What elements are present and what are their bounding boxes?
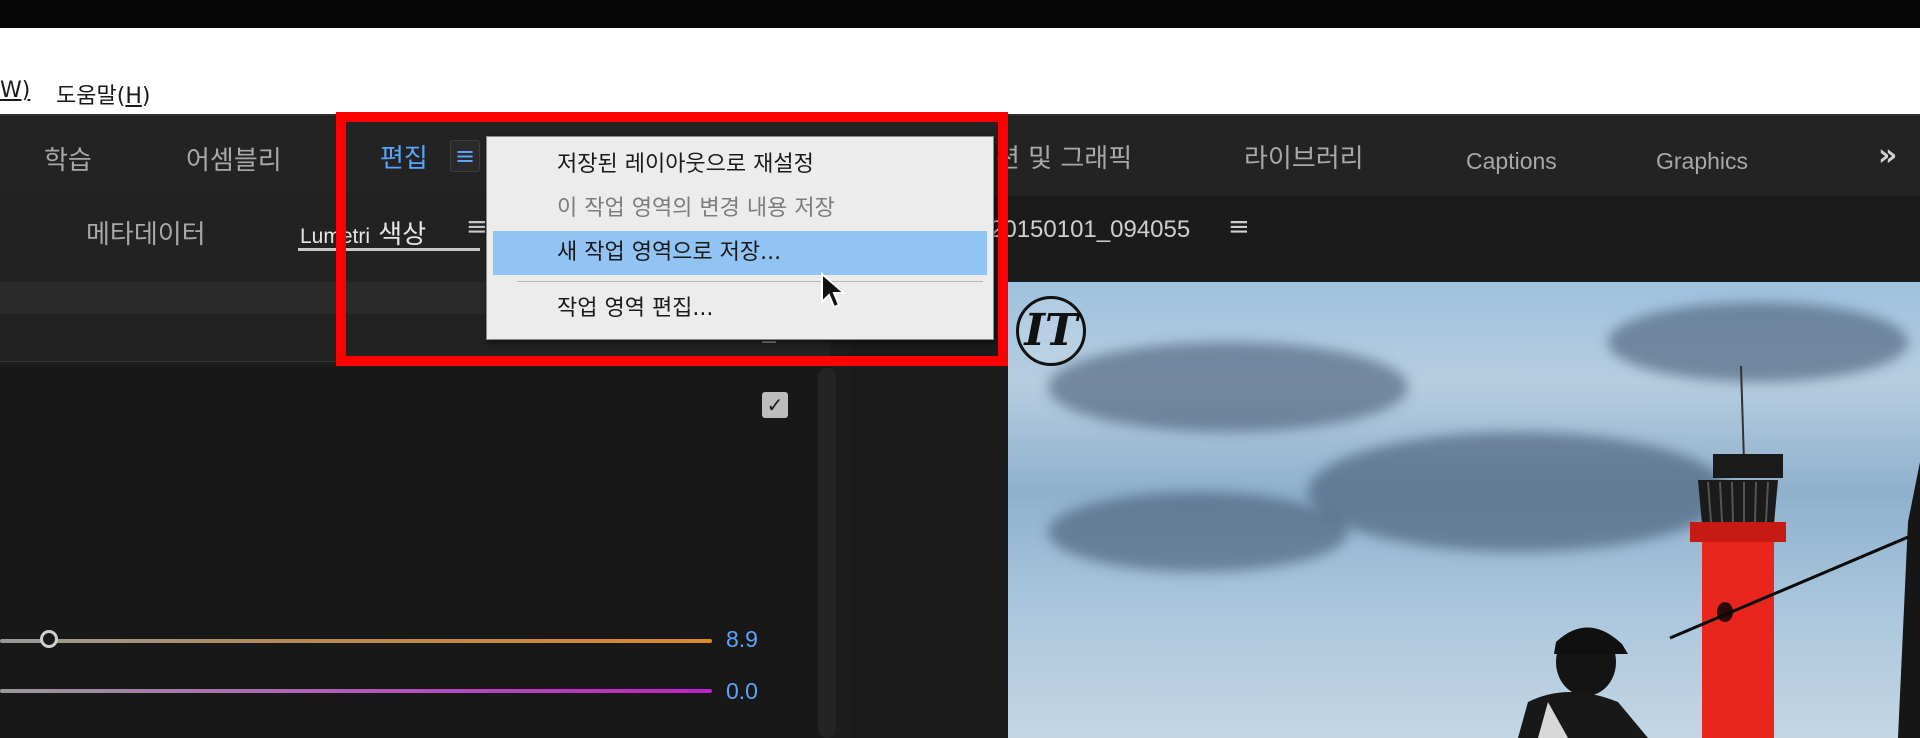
highlight-annotation-box xyxy=(336,112,1008,366)
tab-metadata[interactable]: 메타데이터 xyxy=(86,214,206,251)
lighthouse-scene xyxy=(1518,365,1920,738)
slider-track-1[interactable] xyxy=(0,639,712,643)
channel-logo: IT xyxy=(1016,296,1086,366)
workspace-tab-learning[interactable]: 학습 xyxy=(44,140,92,177)
menu-item-help[interactable]: 도움말(H) xyxy=(56,78,150,110)
mouse-cursor-icon xyxy=(821,272,847,309)
monitor-menu-icon[interactable]: ≡ xyxy=(1228,212,1250,242)
workspace-tab-captions-graphics[interactable]: 션 및 그래픽 xyxy=(996,138,1132,175)
panel-scrollbar[interactable] xyxy=(818,368,836,738)
menu-bar: W) 도움말(H) xyxy=(0,28,1920,114)
video-preview[interactable] xyxy=(1008,282,1920,738)
section-enable-checkbox[interactable]: ✓ xyxy=(762,392,788,418)
workspace-tab-graphics[interactable]: Graphics xyxy=(1656,148,1748,175)
workspace-overflow-button[interactable]: » xyxy=(1878,138,1897,173)
slider-value-1[interactable]: 8.9 xyxy=(726,626,758,653)
menu-item-window[interactable]: W) xyxy=(0,78,30,103)
workspace-tab-captions[interactable]: Captions xyxy=(1466,148,1557,175)
slider-handle-1[interactable] xyxy=(40,630,58,648)
slider-track-2[interactable] xyxy=(0,689,712,693)
workspace-tab-libraries[interactable]: 라이브러리 xyxy=(1244,138,1364,175)
top-bar xyxy=(0,0,1920,28)
panel-body xyxy=(0,366,830,738)
sequence-title[interactable]: 20150101_094055 xyxy=(990,216,1190,244)
slider-value-2[interactable]: 0.0 xyxy=(726,678,758,705)
workspace-tab-assembly[interactable]: 어셈블리 xyxy=(186,140,282,177)
